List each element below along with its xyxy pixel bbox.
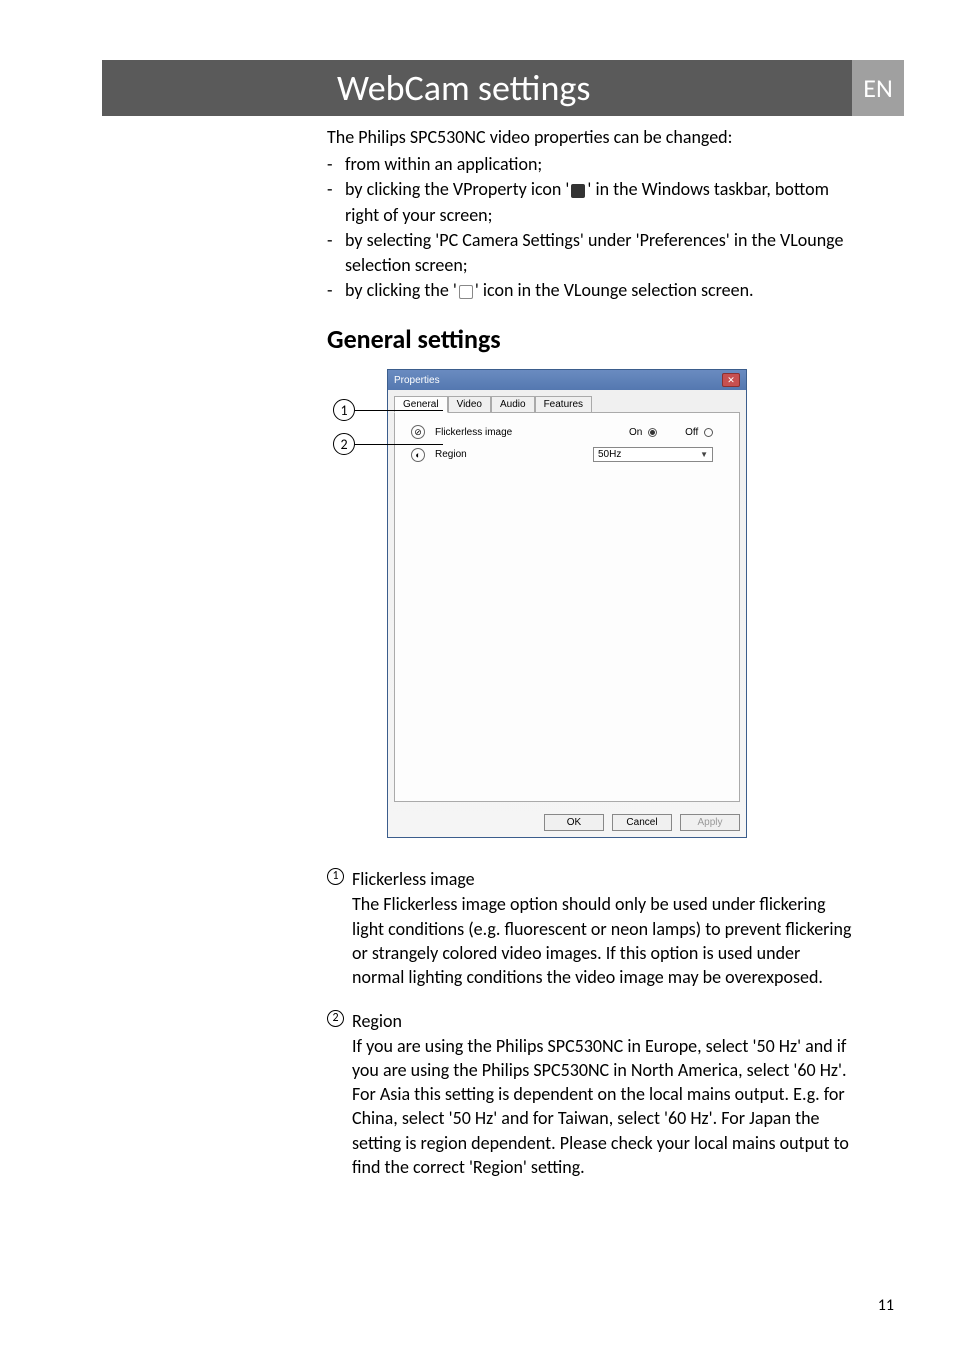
content-area: The Philips SPC530NC video properties ca… [327,125,853,1199]
radio-on[interactable] [648,428,657,437]
cancel-button[interactable]: Cancel [612,814,672,831]
language-code: EN [863,72,892,104]
dialog-body: ⊘ Flickerless image On Off ◐ Region 50Hz… [394,412,740,802]
header-title-bar: WebCam settings [327,60,853,116]
desc-2: 2 Region If you are using the Philips SP… [327,1010,853,1180]
intro-text: The Philips SPC530NC video properties ca… [327,125,853,150]
dialog-titlebar: Properties ✕ [388,370,746,390]
bullet-4-text: by clicking the '' icon in the VLounge s… [345,278,853,303]
close-icon[interactable]: ✕ [722,373,740,387]
radio-on-label[interactable]: On [629,427,657,438]
section-heading: General settings [327,323,853,355]
header-accent-bar [102,60,327,116]
language-badge: EN [852,60,904,116]
row-region: ◐ Region 50Hz ▼ [411,447,723,462]
callout-1: 1 [333,399,443,421]
region-select[interactable]: 50Hz ▼ [593,447,713,462]
apply-button: Apply [680,814,740,831]
webcam-icon [571,184,585,198]
dialog-buttons: OK Cancel Apply [388,808,746,837]
row-flickerless: ⊘ Flickerless image On Off [411,425,723,439]
callout-2: 2 [333,433,443,455]
page-title: WebCam settings [337,66,590,110]
ok-button[interactable]: OK [544,814,604,831]
bullet-3: - by selecting 'PC Camera Settings' unde… [327,228,853,278]
chevron-down-icon: ▼ [700,450,708,459]
dialog-illustration: 1 2 Properties ✕ General Video Audio Fea… [327,369,853,838]
bullet-1: - from within an application; [327,152,853,177]
page-number: 11 [878,1296,894,1315]
desc-1: 1 Flickerless image The Flickerless imag… [327,868,853,989]
tab-features[interactable]: Features [535,396,592,412]
radio-off[interactable] [704,428,713,437]
dialog-title: Properties [394,375,440,386]
bullet-2-text: by clicking the VProperty icon '' in the… [345,177,853,227]
bullet-2: - by clicking the VProperty icon '' in t… [327,177,853,227]
settings-icon [459,285,473,299]
radio-off-label[interactable]: Off [685,427,713,438]
bullet-4: - by clicking the '' icon in the VLounge… [327,278,853,303]
tab-audio[interactable]: Audio [491,396,535,412]
tab-video[interactable]: Video [448,396,491,412]
descriptions: 1 Flickerless image The Flickerless imag… [327,868,853,1179]
